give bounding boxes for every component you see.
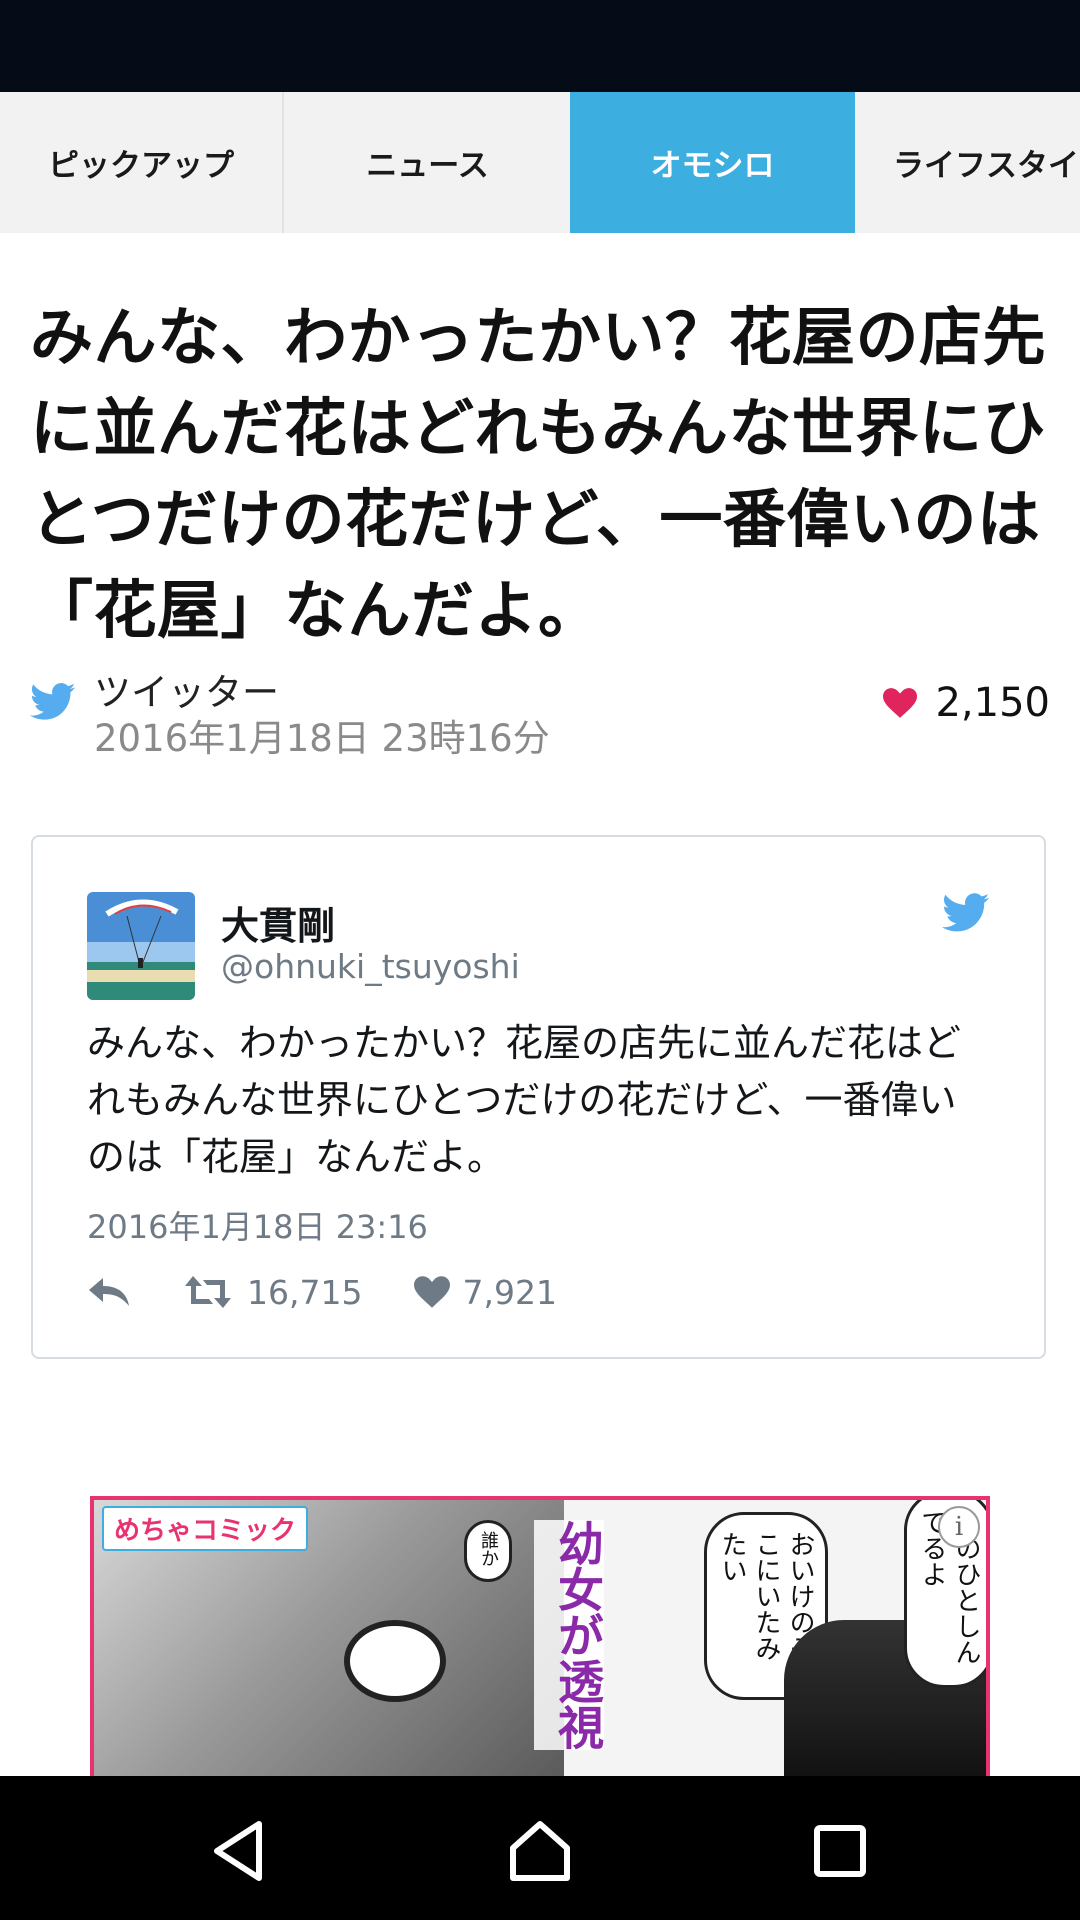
category-tab-bar: ピックアップ ニュース オモシロ ライフスタイル <box>0 92 1080 233</box>
avatar[interactable] <box>87 892 195 1000</box>
recent-apps-icon[interactable] <box>805 1816 875 1886</box>
ad-speech-bubble-small: 誰か <box>464 1520 512 1582</box>
article-date: 2016年1月18日 23時16分 <box>94 717 550 760</box>
article-like-count: 2,150 <box>935 680 1050 726</box>
tweet-like-count: 7,921 <box>462 1272 557 1312</box>
tweet-text: みんな、わかったかい？花屋の店先に並んだ花はどれもみんな世界にひとつだけの花だけ… <box>87 1021 962 1179</box>
twitter-bird-icon[interactable] <box>942 892 990 934</box>
article-title: みんな、わかったかい？花屋の店先に並んだ花はどれもみんな世界にひとつだけの花だけ… <box>30 301 1046 647</box>
tab-pickup[interactable]: ピックアップ <box>0 92 284 233</box>
ad-info-icon[interactable]: i <box>938 1506 980 1548</box>
tweet-actions: 16,715 7,921 <box>87 1267 557 1317</box>
home-icon[interactable] <box>505 1816 575 1886</box>
reply-icon <box>89 1278 129 1306</box>
retweet-icon <box>185 1276 231 1308</box>
android-nav-bar <box>0 1776 1080 1920</box>
reply-button[interactable] <box>87 1276 131 1308</box>
tweet-author-name[interactable]: 大貫剛 <box>221 895 335 950</box>
tab-news[interactable]: ニュース <box>285 92 570 233</box>
ad-logo: めちゃコミック <box>102 1506 309 1551</box>
like-button[interactable]: 7,921 <box>414 1272 557 1312</box>
ad-headline: 幼女が透視 <box>534 1520 605 1750</box>
embedded-tweet-card[interactable]: 大貫剛 @ohnuki_tsuyoshi みんな、わかったかい？花屋の店先に並ん… <box>31 835 1046 1359</box>
article-like-counter[interactable]: 2,150 <box>883 680 1050 726</box>
tab-omoshiro[interactable]: オモシロ <box>570 92 855 233</box>
retweet-button[interactable]: 16,715 <box>183 1273 362 1312</box>
status-bar <box>0 0 1080 92</box>
heart-icon <box>414 1276 451 1308</box>
ad-artwork-glasses <box>344 1620 446 1702</box>
article-meta: ツイッター 2016年1月18日 23時16分 2,150 <box>30 662 1050 760</box>
twitter-bird-icon <box>30 683 76 720</box>
tab-lifestyle[interactable]: ライフスタイル <box>855 92 1080 233</box>
heart-icon <box>883 688 918 718</box>
tweet-timestamp[interactable]: 2016年1月18日 23:16 <box>87 1202 428 1248</box>
tweet-author-handle[interactable]: @ohnuki_tsuyoshi <box>221 947 520 986</box>
retweet-count: 16,715 <box>247 1272 363 1312</box>
ad-banner[interactable]: めちゃコミック 誰か 幼女が透視 おいけのそこにいたみたい このひとしんでるよ … <box>90 1496 990 1776</box>
back-triangle-icon[interactable] <box>205 1816 275 1886</box>
